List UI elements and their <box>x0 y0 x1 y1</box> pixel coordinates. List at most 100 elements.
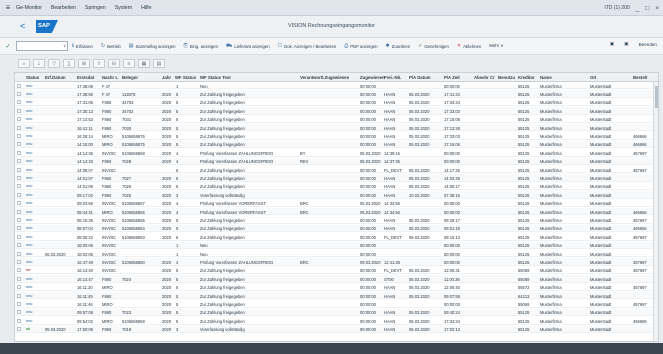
sum-icon[interactable]: ∑ <box>63 58 75 68</box>
row-selector[interactable] <box>17 167 21 172</box>
col-ort[interactable]: Ort <box>590 75 596 80</box>
pdf-anzeigen-button[interactable]: ⎙ PDF anzeigen <box>344 43 377 49</box>
zuordnen-button[interactable]: ✱ Zuordnen <box>386 43 411 49</box>
row-selector[interactable] <box>17 217 21 222</box>
layout-icon[interactable]: ▣ <box>610 41 614 47</box>
table-row[interactable]: ok 05.03.2020 17:50:09 F860 7019 2020 3 Vorerfa… <box>15 325 658 333</box>
table-row[interactable]: neu 17:14:53 F860 7031 2020 5 Zur Zahlung frei… <box>15 116 658 123</box>
status-icon[interactable]: ok <box>26 327 30 331</box>
status-icon[interactable]: neu <box>26 117 32 121</box>
subtotal-icon[interactable]: ⊞ <box>78 58 90 68</box>
collapse-icon[interactable]: ⊟ <box>108 58 120 68</box>
status-icon[interactable]: neu <box>26 243 32 247</box>
row-selector[interactable] <box>17 301 21 306</box>
status-icon[interactable]: neu <box>26 294 32 298</box>
row-selector[interactable] <box>17 276 21 281</box>
table-row[interactable]: neu 06.03.2020 18:02:05 INVOIC 1 Neu 00:00:00 0… <box>15 250 658 258</box>
table-row[interactable]: neu 16:26:14 MIRO 5105655876 2020 5 Zur Zahlun… <box>15 132 658 140</box>
table-row[interactable]: neu 08:15:35 INVOIC 5105655865 2020 5 Zur Zahl… <box>15 216 658 224</box>
search-icon[interactable]: ⌕ <box>18 58 30 68</box>
lieferant-anzeigen-button[interactable]: ⛟ Lieferant anzeigen <box>226 43 270 50</box>
row-selector[interactable] <box>17 184 21 189</box>
row-selector[interactable] <box>17 209 21 214</box>
status-icon[interactable]: neu <box>26 226 32 230</box>
menu-hilfe[interactable]: Hilfe <box>141 5 151 11</box>
col-frei-nb[interactable]: Frei.-Nb. <box>384 75 401 80</box>
row-selector[interactable] <box>17 117 21 122</box>
scrollbar-thumb[interactable] <box>655 86 658 108</box>
table-row[interactable]: neu 16:11:46 MIRO 2020 5 Zur Zahlung freigege… <box>15 300 658 308</box>
row-selector[interactable] <box>17 142 21 147</box>
col-nachr[interactable]: Nachr L <box>102 75 118 80</box>
row-selector[interactable] <box>17 159 21 164</box>
col-wf-status[interactable]: WF Status <box>175 75 196 80</box>
status-icon[interactable]: neu <box>26 302 32 306</box>
row-selector[interactable] <box>17 226 21 231</box>
graphic-icon[interactable]: ▤ <box>153 58 165 68</box>
genehmigen-button[interactable]: ✓ Genehmigen <box>418 43 449 49</box>
status-icon[interactable]: neu <box>26 201 32 205</box>
layout-select-icon[interactable]: ▦ <box>138 58 150 68</box>
filter-icon[interactable]: ▽ <box>48 58 60 68</box>
table-row[interactable]: neu 14:08:07 INVOIC 5 Zur Zahlung freigegebe… <box>15 166 658 174</box>
table-row[interactable]: neu 16:47:49 INVOIC 5105655860 2020 4 Prüfung … <box>15 258 658 266</box>
status-icon[interactable]: neu <box>26 159 32 163</box>
table-row[interactable]: neu 16:14:47 F860 7024 2020 5 Zur Zahlung frei… <box>15 275 658 283</box>
status-icon[interactable]: neu <box>26 109 32 113</box>
command-field[interactable]: ∨ <box>16 41 68 51</box>
minimize-button[interactable]: _ <box>636 5 640 12</box>
table-row[interactable]: neu 09:03:56 INVOIC 5105655867 2020 4 Prüfung … <box>15 200 658 207</box>
row-selector[interactable] <box>17 133 21 138</box>
vertical-scrollbar[interactable] <box>653 82 658 341</box>
menu-springen[interactable]: Springen <box>85 5 106 11</box>
status-icon[interactable]: neu <box>26 310 32 314</box>
table-row[interactable]: err 16:14:40 INVOIC 2020 5 Zur Zahlung freige… <box>15 267 658 275</box>
row-selector[interactable] <box>17 108 21 113</box>
row-selector[interactable] <box>17 201 21 206</box>
table-row[interactable]: neu 17:31:05 F865 34753 2020 5 Zur Zahlung fre… <box>15 99 658 107</box>
sort-icon[interactable]: ⇣ <box>33 58 45 68</box>
status-icon[interactable]: neu <box>26 319 32 323</box>
chevron-down-icon[interactable]: ∨ <box>63 43 66 48</box>
row-selector[interactable] <box>17 259 21 264</box>
col-wf-status-text[interactable]: WF Status Text <box>200 75 231 80</box>
table-row[interactable]: neu 17:38:55 F 47 113878 2020 5 Zur Zahlung fr… <box>15 90 658 98</box>
col-erstsdat[interactable]: Erstsdat <box>77 75 94 80</box>
status-icon[interactable]: neu <box>26 100 32 104</box>
table-row[interactable]: neu 14:01:07 F860 7027 2020 5 Zur Zahlung frei… <box>15 174 658 182</box>
row-selector[interactable] <box>17 293 21 298</box>
details-icon[interactable]: ≡ <box>123 58 135 68</box>
mehr-button[interactable]: Mehr ∨ <box>489 43 503 49</box>
table-row[interactable]: neu 14:14:36 INVOIC 5105655868 2020 4 Prüfung … <box>15 149 658 157</box>
status-icon[interactable]: neu <box>26 252 32 256</box>
status-icon[interactable]: neu <box>26 168 32 172</box>
row-selector[interactable] <box>17 125 21 130</box>
col-bestelr[interactable]: Bestelr <box>633 75 648 80</box>
status-icon[interactable]: neu <box>26 151 32 155</box>
export-icon[interactable]: ⇧ <box>93 58 105 68</box>
table-row[interactable]: neu 14:01:06 F860 7026 2020 5 Zur Zahlung frei… <box>15 183 658 191</box>
status-icon[interactable]: err <box>26 268 31 272</box>
status-icon[interactable]: neu <box>26 184 32 188</box>
status-icon[interactable]: neu <box>26 176 32 180</box>
col-benutzu[interactable]: Benutzu <box>498 75 515 80</box>
row-selector[interactable] <box>17 192 21 197</box>
status-icon[interactable]: neu <box>26 285 32 289</box>
row-selector[interactable] <box>17 268 21 273</box>
status-icon[interactable]: neu <box>26 235 32 239</box>
status-icon[interactable]: neu <box>26 126 32 130</box>
table-row[interactable]: neu 17:38:08 F 47 1 Neu 00:00:00 00:00:00 55125… <box>15 82 658 90</box>
row-selector[interactable] <box>17 150 21 155</box>
col-erf-datum[interactable]: Erf.Datum <box>45 75 66 80</box>
status-icon[interactable]: neu <box>26 260 32 264</box>
status-icon[interactable]: neu <box>26 84 32 88</box>
row-selector[interactable] <box>17 234 21 239</box>
erfassen-button[interactable]: ℹ Erfassen <box>72 43 93 49</box>
beenden-button[interactable]: Beenden <box>639 42 657 47</box>
row-selector[interactable] <box>17 251 21 256</box>
col-pa-zeit[interactable]: P/A Zeit <box>444 75 460 80</box>
col-name[interactable]: Name <box>540 75 552 80</box>
table-row[interactable]: neu 08:05:22 INVOIC 5105655863 2020 5 Zur Zahl… <box>15 233 658 241</box>
status-icon[interactable]: neu <box>26 142 32 146</box>
enter-icon[interactable]: ✓ <box>0 43 16 50</box>
